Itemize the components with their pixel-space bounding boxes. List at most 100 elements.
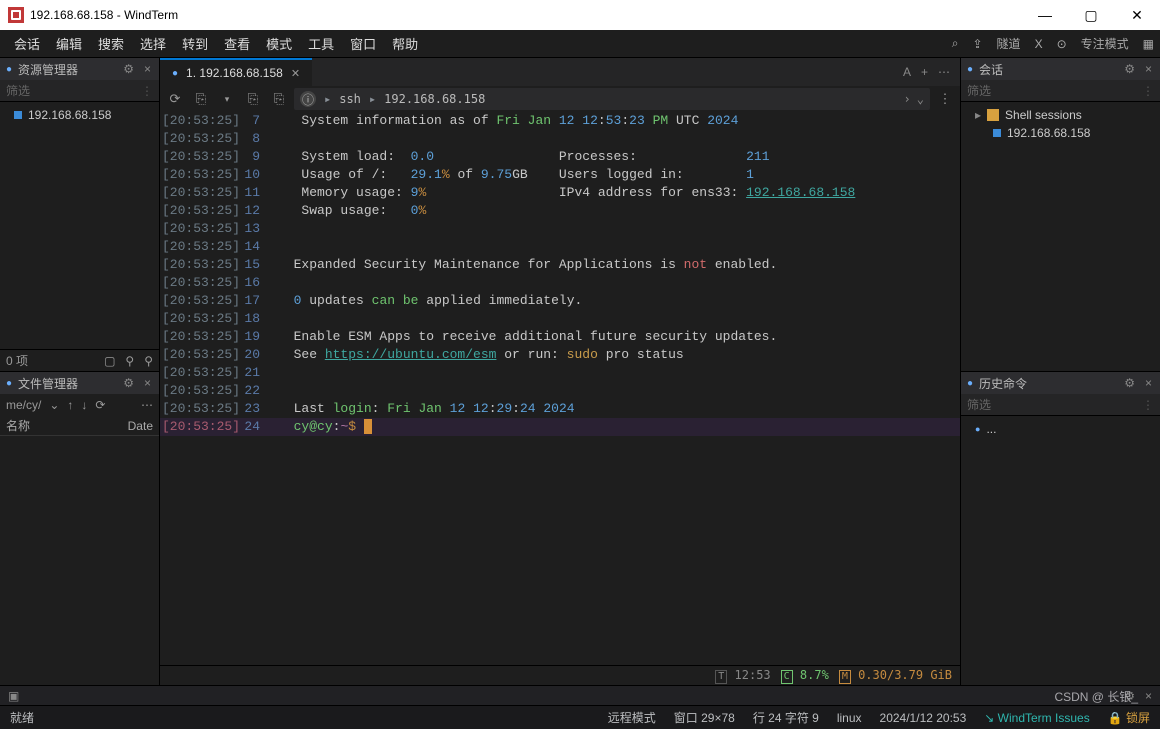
search-icon[interactable]: ⌕ xyxy=(952,36,959,51)
files-column-header[interactable]: 名称 Date xyxy=(0,416,159,436)
maximize-button[interactable]: ▢ xyxy=(1068,0,1114,30)
status-remote: 远程模式 xyxy=(608,709,656,726)
focus-icon[interactable]: ⊙ xyxy=(1057,37,1067,51)
sessions-title: 会话 xyxy=(979,61,1003,78)
history-item[interactable]: ● ... xyxy=(961,420,1160,438)
files-path-bar: me/cy/ ⌄ ↑ ↓ ⟳ ⋯ xyxy=(0,394,159,416)
dropdown-icon[interactable]: ⌄ xyxy=(49,398,59,412)
issues-link[interactable]: ↘ WindTerm Issues xyxy=(984,711,1089,725)
menu-编辑[interactable]: 编辑 xyxy=(48,30,90,57)
menu-选择[interactable]: 选择 xyxy=(132,30,174,57)
menu-转到[interactable]: 转到 xyxy=(174,30,216,57)
tunnel-label[interactable]: 隧道 xyxy=(997,35,1021,52)
terminal-line: [20:53:25]11 Memory usage: 9% IPv4 addre… xyxy=(160,184,960,202)
terminal-line: [20:53:25]20 See https://ubuntu.com/esm … xyxy=(160,346,960,364)
col-name[interactable]: 名称 xyxy=(6,417,30,434)
pin1-icon[interactable]: ⚲ xyxy=(125,354,134,368)
menu-模式[interactable]: 模式 xyxy=(258,30,300,57)
folder-icon xyxy=(987,109,999,121)
lock-button[interactable]: 🔒 锁屏 xyxy=(1108,709,1150,726)
dot-icon: ● xyxy=(975,424,980,434)
sessions-filter[interactable]: 筛选 ⋮ xyxy=(961,80,1160,102)
dock-icon[interactable]: ▣ xyxy=(8,689,19,703)
menu-窗口[interactable]: 窗口 xyxy=(342,30,384,57)
files-title: 文件管理器 xyxy=(18,375,78,392)
close-icon[interactable]: × xyxy=(142,376,153,390)
titlebar: 192.168.68.158 - WindTerm — ▢ ✕ xyxy=(0,0,1160,30)
history-header[interactable]: ● 历史命令 ⚙ × xyxy=(961,372,1160,394)
x-icon[interactable]: X xyxy=(1035,37,1043,51)
tree-folder[interactable]: ▸ Shell sessions xyxy=(961,106,1160,124)
close-icon[interactable]: × xyxy=(142,62,153,76)
gear-icon[interactable]: ⚙ xyxy=(1122,62,1137,76)
gear-icon[interactable]: ⚙ xyxy=(1122,376,1137,390)
menu-帮助[interactable]: 帮助 xyxy=(384,30,426,57)
terminal-output[interactable]: [20:53:25]7 System information as of Fri… xyxy=(160,112,960,665)
menu-查看[interactable]: 查看 xyxy=(216,30,258,57)
history-filter[interactable]: 筛选 ⋮ xyxy=(961,394,1160,416)
terminal-line: [20:53:25]12 Swap usage: 0% xyxy=(160,202,960,220)
plus-icon[interactable]: + xyxy=(921,65,928,79)
tab-close-icon[interactable]: ✕ xyxy=(291,67,300,80)
left-column: ● 资源管理器 ⚙ × 筛选 ⋮ 192.168.68.158 0 项 ▢ xyxy=(0,58,160,685)
filter-more-icon[interactable]: ⋮ xyxy=(1142,84,1154,98)
tunnel-icon[interactable]: ⇪ xyxy=(972,37,982,51)
status-ready: 就绪 xyxy=(10,709,34,726)
breadcrumb[interactable]: ⓘ ▸ ssh ▸ 192.168.68.158 › ⌄ xyxy=(294,88,930,110)
close-icon[interactable]: × xyxy=(1145,689,1152,703)
terminal-line: [20:53:25]14 xyxy=(160,238,960,256)
chevron-right-icon[interactable]: › xyxy=(904,92,911,106)
tree-session[interactable]: 192.168.68.158 xyxy=(961,124,1160,142)
filter-more-icon[interactable]: ⋮ xyxy=(1142,398,1154,412)
menu-搜索[interactable]: 搜索 xyxy=(90,30,132,57)
menu-工具[interactable]: 工具 xyxy=(300,30,342,57)
menubar-right: ⌕ ⇪ 隧道 X ⊙ 专注模式 ▦ xyxy=(952,35,1154,52)
files-path[interactable]: me/cy/ xyxy=(6,398,41,412)
t-badge: T xyxy=(715,670,727,684)
history-title: 历史命令 xyxy=(979,375,1027,392)
status-cpu: 8.7% xyxy=(800,668,829,682)
terminal-line: [20:53:25]13 xyxy=(160,220,960,238)
tab-session[interactable]: ● 1. 192.168.68.158 ✕ xyxy=(160,58,312,86)
filter-placeholder: 筛选 xyxy=(967,396,991,413)
col-date[interactable]: Date xyxy=(128,419,153,433)
filter-more-icon[interactable]: ⋮ xyxy=(141,84,153,98)
refresh-icon[interactable]: ⟳ xyxy=(95,398,105,412)
copy1-icon[interactable]: ⎘ xyxy=(190,88,212,110)
chevron-right-icon: ▸ xyxy=(975,108,981,122)
down-icon[interactable]: ↓ xyxy=(81,398,87,412)
close-button[interactable]: ✕ xyxy=(1114,0,1160,30)
tabbar: ● 1. 192.168.68.158 ✕ A + ⋯ xyxy=(160,58,960,86)
text-a[interactable]: A xyxy=(903,65,911,79)
more-icon[interactable]: ⋯ xyxy=(938,65,950,79)
up-icon[interactable]: ↑ xyxy=(67,398,73,412)
bc-host[interactable]: 192.168.68.158 xyxy=(384,92,485,106)
box-icon[interactable]: ▢ xyxy=(104,354,115,368)
bc-protocol[interactable]: ssh xyxy=(339,92,361,106)
explorer-header[interactable]: ● 资源管理器 ⚙ × xyxy=(0,58,159,80)
menubar: 会话编辑搜索选择转到查看模式工具窗口帮助 ⌕ ⇪ 隧道 X ⊙ 专注模式 ▦ xyxy=(0,30,1160,58)
filter-placeholder: 筛选 xyxy=(6,82,30,99)
explorer-filter[interactable]: 筛选 ⋮ xyxy=(0,80,159,102)
menu-会话[interactable]: 会话 xyxy=(6,30,48,57)
layout-icon[interactable]: ▦ xyxy=(1143,37,1154,51)
session-item[interactable]: 192.168.68.158 xyxy=(0,106,159,124)
gear-icon[interactable]: ⚙ xyxy=(121,62,136,76)
minimize-button[interactable]: — xyxy=(1022,0,1068,30)
copy2-icon[interactable]: ⎘ xyxy=(242,88,264,110)
chevron-down-icon[interactable]: ⌄ xyxy=(917,92,924,106)
chevron-down-icon[interactable]: ▾ xyxy=(216,88,238,110)
info-icon[interactable]: ⓘ xyxy=(300,91,316,107)
more-icon[interactable]: ⋯ xyxy=(141,398,153,412)
sync-icon[interactable]: ⟳ xyxy=(164,88,186,110)
sessions-header[interactable]: ● 会话 ⚙ × xyxy=(961,58,1160,80)
focus-label[interactable]: 专注模式 xyxy=(1081,35,1129,52)
more-icon[interactable]: ⋮ xyxy=(934,88,956,110)
pin2-icon[interactable]: ⚲ xyxy=(144,354,153,368)
close-icon[interactable]: × xyxy=(1143,62,1154,76)
copy3-icon[interactable]: ⎘ xyxy=(268,88,290,110)
close-icon[interactable]: × xyxy=(1143,376,1154,390)
status-datetime: 2024/1/12 20:53 xyxy=(880,711,967,725)
files-header[interactable]: ● 文件管理器 ⚙ × xyxy=(0,372,159,394)
gear-icon[interactable]: ⚙ xyxy=(121,376,136,390)
